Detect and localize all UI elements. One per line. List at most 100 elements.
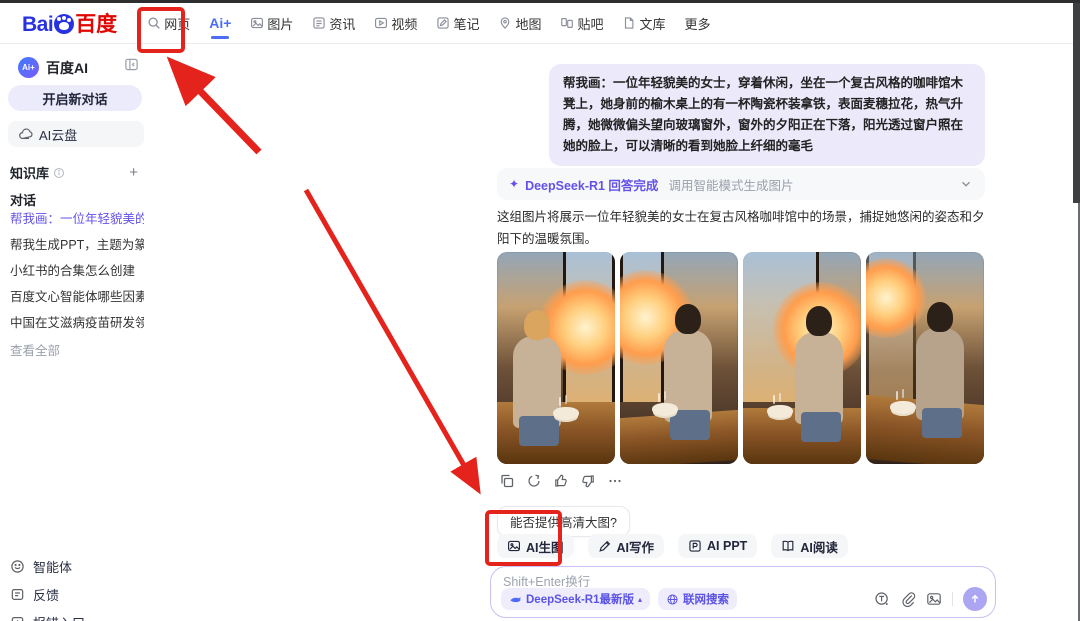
text-command-icon xyxy=(874,591,890,607)
chevron-down-icon[interactable] xyxy=(959,177,973,191)
logo-text-du: 百度 xyxy=(75,8,117,38)
tab-ai-plus[interactable]: Ai+ xyxy=(209,9,231,37)
note-icon xyxy=(436,16,450,30)
sidebar: Ai+ 百度AI 开启新对话 AI云盘 知识库 + 对话 帮我画：一位年轻貌美的… xyxy=(0,44,240,621)
image-icon xyxy=(250,16,264,30)
image-icon xyxy=(507,539,521,553)
ai-reading-button[interactable]: AI阅读 xyxy=(771,534,848,558)
agents-entry[interactable]: 智能体 xyxy=(10,552,150,580)
knowledge-base-row: 知识库 + xyxy=(10,163,138,182)
scrollbar-thumb[interactable] xyxy=(1073,3,1080,203)
attach-button[interactable] xyxy=(900,591,916,607)
ppt-icon xyxy=(688,539,702,553)
ai-tools-bar: AI生图 AI写作 AI PPT AI阅读 xyxy=(497,534,848,558)
divider xyxy=(952,592,953,606)
ai-cloud-drive-label: AI云盘 xyxy=(39,125,77,144)
latte-cup xyxy=(767,405,793,418)
thumbs-down-button[interactable] xyxy=(580,473,596,489)
more-actions-button[interactable] xyxy=(607,473,623,489)
suggestion-chip[interactable]: 能否提供高清大图? xyxy=(497,506,630,537)
error-report-entry[interactable]: 报错入口 xyxy=(10,608,150,621)
model-selector-pill[interactable]: DeepSeek-R1最新版 ▴ xyxy=(501,588,650,610)
feedback-icon xyxy=(10,587,25,602)
ai-cloud-drive-button[interactable]: AI云盘 xyxy=(8,121,144,147)
web-search-pill[interactable]: 联网搜索 xyxy=(658,588,737,610)
arrow-to-ai-image-button xyxy=(306,190,477,488)
history-item-wenxin-agent[interactable]: 百度文心智能体哪些因素会... xyxy=(10,284,144,310)
tab-tieba[interactable]: 贴吧 xyxy=(560,8,603,39)
ai-writing-button[interactable]: AI写作 xyxy=(588,534,665,558)
sparkle-icon: ✦ xyxy=(509,177,519,191)
tab-images[interactable]: 图片 xyxy=(250,8,293,39)
woman-silhouette xyxy=(916,328,964,420)
latte-cup xyxy=(890,401,916,414)
chat-history-list: 帮我画：一位年轻貌美的女... 帮我生成PPT，主题为篆刻... 小红书的合集怎… xyxy=(10,206,144,336)
tab-more[interactable]: 更多 xyxy=(685,8,711,39)
news-icon xyxy=(312,16,326,30)
add-knowledge-base-button[interactable]: + xyxy=(129,164,138,181)
latte-cup xyxy=(553,407,579,420)
sidebar-header: Ai+ 百度AI xyxy=(18,57,88,78)
latte-cup xyxy=(652,403,678,416)
web-search-label: 联网搜索 xyxy=(683,591,729,607)
image-icon xyxy=(926,591,942,607)
thumbs-up-button[interactable] xyxy=(553,473,569,489)
pen-icon xyxy=(598,539,612,553)
app-title: 百度AI xyxy=(46,58,88,78)
ai-ppt-button[interactable]: AI PPT xyxy=(678,534,757,558)
tab-webpage[interactable]: 网页 xyxy=(147,8,190,39)
insert-image-button[interactable] xyxy=(926,591,942,607)
agent-smiley-icon xyxy=(10,559,25,574)
top-navigation: Bai 百度 网页 Ai+ 图片 资讯 视频 xyxy=(0,3,1080,44)
video-icon xyxy=(374,16,388,30)
generated-image-1[interactable] xyxy=(497,252,615,464)
history-item-ppt[interactable]: 帮我生成PPT，主题为篆刻... xyxy=(10,232,144,258)
tab-wenku[interactable]: 文库 xyxy=(622,8,665,39)
copy-button[interactable] xyxy=(499,473,515,489)
deepseek-whale-icon xyxy=(509,593,522,606)
generated-image-2[interactable] xyxy=(620,252,738,464)
document-icon xyxy=(622,16,636,30)
assistant-answer-text: 这组图片将展示一位年轻貌美的女士在复古风格咖啡馆中的场景，捕捉她悠闲的姿态和夕阳… xyxy=(497,206,987,250)
history-item-draw-lady[interactable]: 帮我画：一位年轻貌美的女... xyxy=(10,206,144,232)
composer-toolbar: DeepSeek-R1最新版 ▴ 联网搜索 xyxy=(501,587,987,611)
send-button[interactable] xyxy=(963,587,987,611)
tab-video[interactable]: 视频 xyxy=(374,8,417,39)
caret-up-icon: ▴ xyxy=(638,595,642,604)
info-icon[interactable] xyxy=(53,167,65,179)
report-icon xyxy=(10,615,25,621)
logo-text-bai: Bai xyxy=(22,13,53,37)
tab-maps[interactable]: 地图 xyxy=(498,8,541,39)
mode-status-text: 调用智能模式生成图片 xyxy=(668,175,793,194)
map-pin-icon xyxy=(498,16,512,30)
generated-image-3[interactable] xyxy=(743,252,861,464)
nav-tabs: 网页 Ai+ 图片 资讯 视频 笔记 地图 xyxy=(147,8,710,39)
generated-image-4[interactable] xyxy=(866,252,984,464)
ellipsis-icon xyxy=(607,473,623,489)
collapse-panel-icon xyxy=(124,57,139,72)
feedback-entry[interactable]: 反馈 xyxy=(10,580,150,608)
tab-news[interactable]: 资讯 xyxy=(312,8,355,39)
sidebar-collapse-button[interactable] xyxy=(124,57,139,72)
instruction-button[interactable] xyxy=(874,591,890,607)
tab-notes[interactable]: 笔记 xyxy=(436,8,479,39)
book-icon xyxy=(781,539,795,553)
history-item-xiaohongshu[interactable]: 小红书的合集怎么创建 xyxy=(10,258,144,284)
view-all-link[interactable]: 查看全部 xyxy=(10,340,60,359)
regenerate-button[interactable] xyxy=(526,473,542,489)
search-icon xyxy=(147,16,161,30)
message-composer: DeepSeek-R1最新版 ▴ 联网搜索 xyxy=(490,566,996,618)
history-item-aids-vaccine[interactable]: 中国在艾滋病疫苗研发领域... xyxy=(10,310,144,336)
window-top-edge xyxy=(0,0,1080,3)
baidu-ai-page: Bai 百度 网页 Ai+ 图片 资讯 视频 xyxy=(0,0,1080,621)
ai-image-gen-button[interactable]: AI生图 xyxy=(497,534,574,558)
thumbs-down-icon xyxy=(580,473,596,489)
user-message-row: 帮我画：一位年轻貌美的女士，穿着休闲，坐在一个复古风格的咖啡馆木凳上，她身前的榆… xyxy=(497,64,985,166)
baidu-logo[interactable]: Bai 百度 xyxy=(22,8,117,38)
thumbs-up-icon xyxy=(553,473,569,489)
new-chat-button[interactable]: 开启新对话 xyxy=(8,85,142,111)
generated-image-grid xyxy=(497,252,985,464)
sunset-glow xyxy=(866,258,926,338)
arrow-up-icon xyxy=(968,592,982,606)
model-status-bar[interactable]: ✦ DeepSeek-R1 回答完成 调用智能模式生成图片 xyxy=(497,168,985,200)
